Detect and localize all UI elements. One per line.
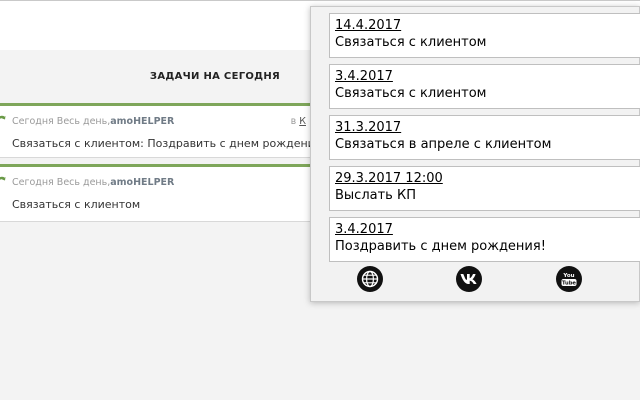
vk-glyph [460, 274, 477, 284]
reminder-date[interactable]: 31.3.2017 [335, 119, 634, 136]
reminder-title: Поздравить с днем рождения! [335, 239, 546, 254]
task-link-text[interactable]: К [299, 116, 306, 127]
globe-icon[interactable] [357, 266, 383, 292]
tasks-heading-label: ЗАДАЧИ НА СЕГОДНЯ [149, 70, 281, 82]
reminder-item[interactable]: 14.4.2017 Связаться с клиентом [329, 13, 640, 58]
reminder-title: Связаться в апреле с клиентом [335, 137, 552, 152]
globe-glyph [361, 270, 379, 288]
reminder-title: Выслать КП [335, 188, 416, 203]
reminder-item[interactable]: 29.3.2017 12:00 Выслать КП [329, 166, 640, 211]
reminder-item[interactable]: 3.4.2017 Связаться с клиентом [329, 64, 640, 109]
task-contact-link[interactable]: в К [291, 116, 306, 127]
youtube-you-text: You [562, 273, 574, 279]
youtube-icon[interactable]: You Tube [556, 266, 582, 292]
task-user[interactable]: amoHELPER [110, 177, 174, 188]
task-when: Сегодня Весь день, [12, 176, 111, 188]
youtube-glyph: You Tube [561, 273, 577, 287]
reminder-date[interactable]: 29.3.2017 12:00 [335, 170, 634, 187]
task-link-prefix: в [290, 115, 297, 127]
task-user[interactable]: amoHELPER [110, 116, 174, 127]
recurring-icon [0, 176, 6, 181]
vk-icon[interactable] [456, 266, 482, 292]
task-when: Сегодня Весь день, [12, 115, 111, 127]
reminder-item[interactable]: 31.3.2017 Связаться в апреле с клиентом [329, 115, 640, 160]
reminder-title: Связаться с клиентом [335, 86, 487, 101]
reminders-popup: 14.4.2017 Связаться с клиентом 3.4.2017 … [310, 6, 640, 302]
youtube-tube-text: Tube [562, 281, 576, 287]
recurring-icon [0, 115, 6, 120]
reminder-item[interactable]: 3.4.2017 Поздравить с днем рождения! [329, 217, 640, 262]
reminder-date[interactable]: 3.4.2017 [335, 221, 634, 238]
reminder-date[interactable]: 14.4.2017 [335, 17, 634, 34]
reminder-title: Связаться с клиентом [335, 35, 487, 50]
reminder-date[interactable]: 3.4.2017 [335, 68, 634, 85]
